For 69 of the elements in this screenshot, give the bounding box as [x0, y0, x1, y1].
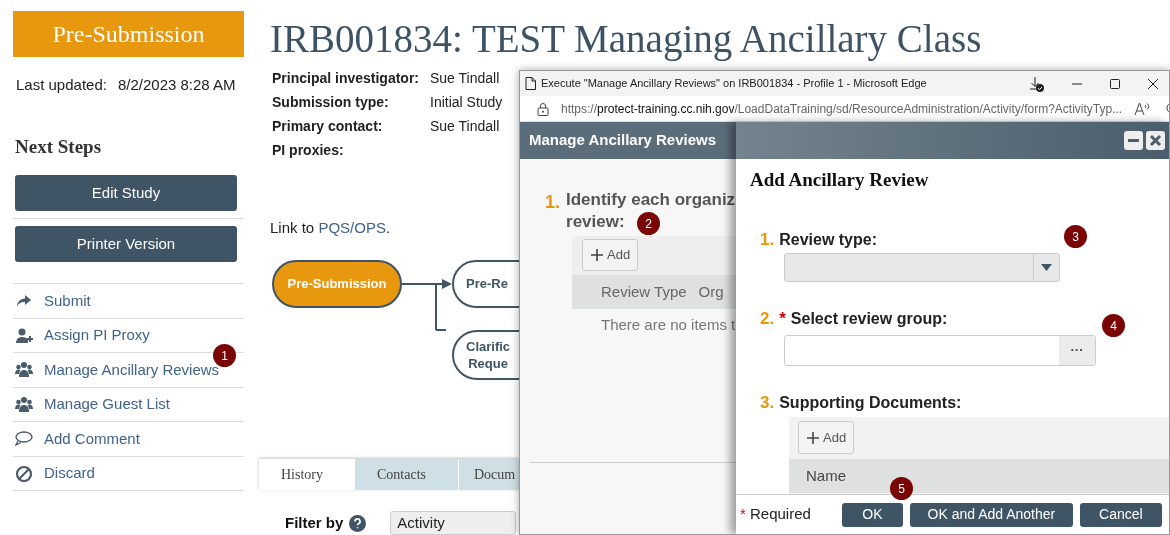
- people-icon: [15, 361, 33, 379]
- speech-bubble-icon: [15, 430, 33, 448]
- review-group-field[interactable]: ···: [784, 334, 1096, 366]
- dialog-button[interactable]: Cancel: [1079, 502, 1162, 527]
- sidebar-link[interactable]: Assign PI Proxy: [44, 324, 150, 347]
- required-note: * Required: [740, 504, 811, 525]
- workflow-state: Pre-Submission: [272, 259, 402, 308]
- tab[interactable]: History: [259, 459, 354, 490]
- column-header: Review Type: [601, 281, 687, 302]
- detail-value: Initial Study: [430, 93, 504, 112]
- sidebar-link[interactable]: Submit: [44, 289, 91, 312]
- record-title: IRB001834: TEST Managing Ancillary Class: [270, 16, 983, 62]
- sidebar-link[interactable]: Discard: [44, 462, 95, 485]
- detail-label: PI proxies:: [272, 141, 345, 160]
- people-icon: [15, 395, 33, 413]
- minimize-icon[interactable]: [1124, 131, 1143, 150]
- question-label: Review type:: [779, 229, 877, 250]
- add-button[interactable]: Add: [582, 239, 639, 271]
- question-label: Supporting Documents:: [779, 392, 962, 413]
- last-updated-value: 8/2/2023 8:28 AM: [117, 75, 236, 95]
- connector-arrow: [401, 278, 452, 331]
- detail-label: Submission type:: [272, 93, 390, 112]
- dialog-title: Add Ancillary Review: [750, 168, 930, 192]
- detail-label: Primary contact:: [272, 117, 384, 136]
- prohibited-icon: [15, 464, 33, 482]
- detail-value: Sue Tindall: [430, 69, 501, 88]
- filter-select[interactable]: Activity: [390, 511, 517, 535]
- sidebar-link[interactable]: Manage Guest List: [44, 393, 170, 416]
- tab[interactable]: Docum: [458, 459, 519, 490]
- plus-icon: [590, 248, 604, 262]
- download-icon[interactable]: [1029, 75, 1045, 92]
- question-number: 1.: [760, 228, 775, 251]
- callout-number: 1: [213, 344, 236, 367]
- maximize-icon[interactable]: [1109, 77, 1121, 90]
- detail-label: Principal investigator:: [272, 69, 421, 88]
- section-heading: Next Steps: [15, 134, 103, 159]
- question-text: review:: [566, 211, 625, 233]
- column-header: Name: [806, 465, 846, 486]
- browse-button[interactable]: ···: [1059, 335, 1095, 365]
- action-button[interactable]: Edit Study: [15, 175, 237, 211]
- question-number: 1.: [545, 191, 560, 214]
- question-number: 2.: [760, 308, 775, 330]
- help-icon[interactable]: [349, 514, 367, 532]
- panel-header: Manage Ancillary Reviews: [520, 122, 736, 159]
- lock-icon[interactable]: [537, 101, 549, 116]
- question-label: Select review group:: [790, 309, 948, 329]
- caret-icon: [1041, 264, 1052, 271]
- question-text: Identify each organiz: [566, 189, 736, 211]
- action-button[interactable]: Printer Version: [15, 226, 237, 262]
- empty-message: There are no items t: [601, 315, 736, 335]
- dialog-button[interactable]: OK and Add Another: [909, 502, 1073, 527]
- add-button[interactable]: Add: [798, 421, 855, 454]
- question-number: 3.: [760, 391, 775, 414]
- close-icon[interactable]: [1147, 77, 1159, 90]
- filter-label: Filter by: [285, 512, 344, 533]
- tab[interactable]: Contacts: [354, 459, 458, 490]
- window-title: Execute "Manage Ancillary Reviews" on IRB001834 - Profile 1 - Microsoft Edge: [541, 76, 927, 92]
- document-icon: [525, 77, 536, 90]
- detail-value: Sue Tindall: [430, 117, 501, 136]
- address-bar-url[interactable]: https://protect-training.cc.nih.gov/LoadDataTraining/sd/ResourceAdministration/Activity/form?ActivityTyp...: [561, 99, 1123, 118]
- state-badge: Pre-Submission: [13, 11, 244, 57]
- link[interactable]: PQS/OPS: [318, 219, 386, 236]
- dialog-button[interactable]: OK: [841, 502, 903, 527]
- sidebar-link[interactable]: Add Comment: [44, 427, 140, 450]
- add-user-icon: [15, 326, 33, 344]
- column-header: Org: [698, 281, 724, 302]
- plus-icon: [806, 430, 820, 445]
- required-mark: *: [779, 308, 786, 330]
- last-updated-label: Last updated:: [16, 75, 107, 95]
